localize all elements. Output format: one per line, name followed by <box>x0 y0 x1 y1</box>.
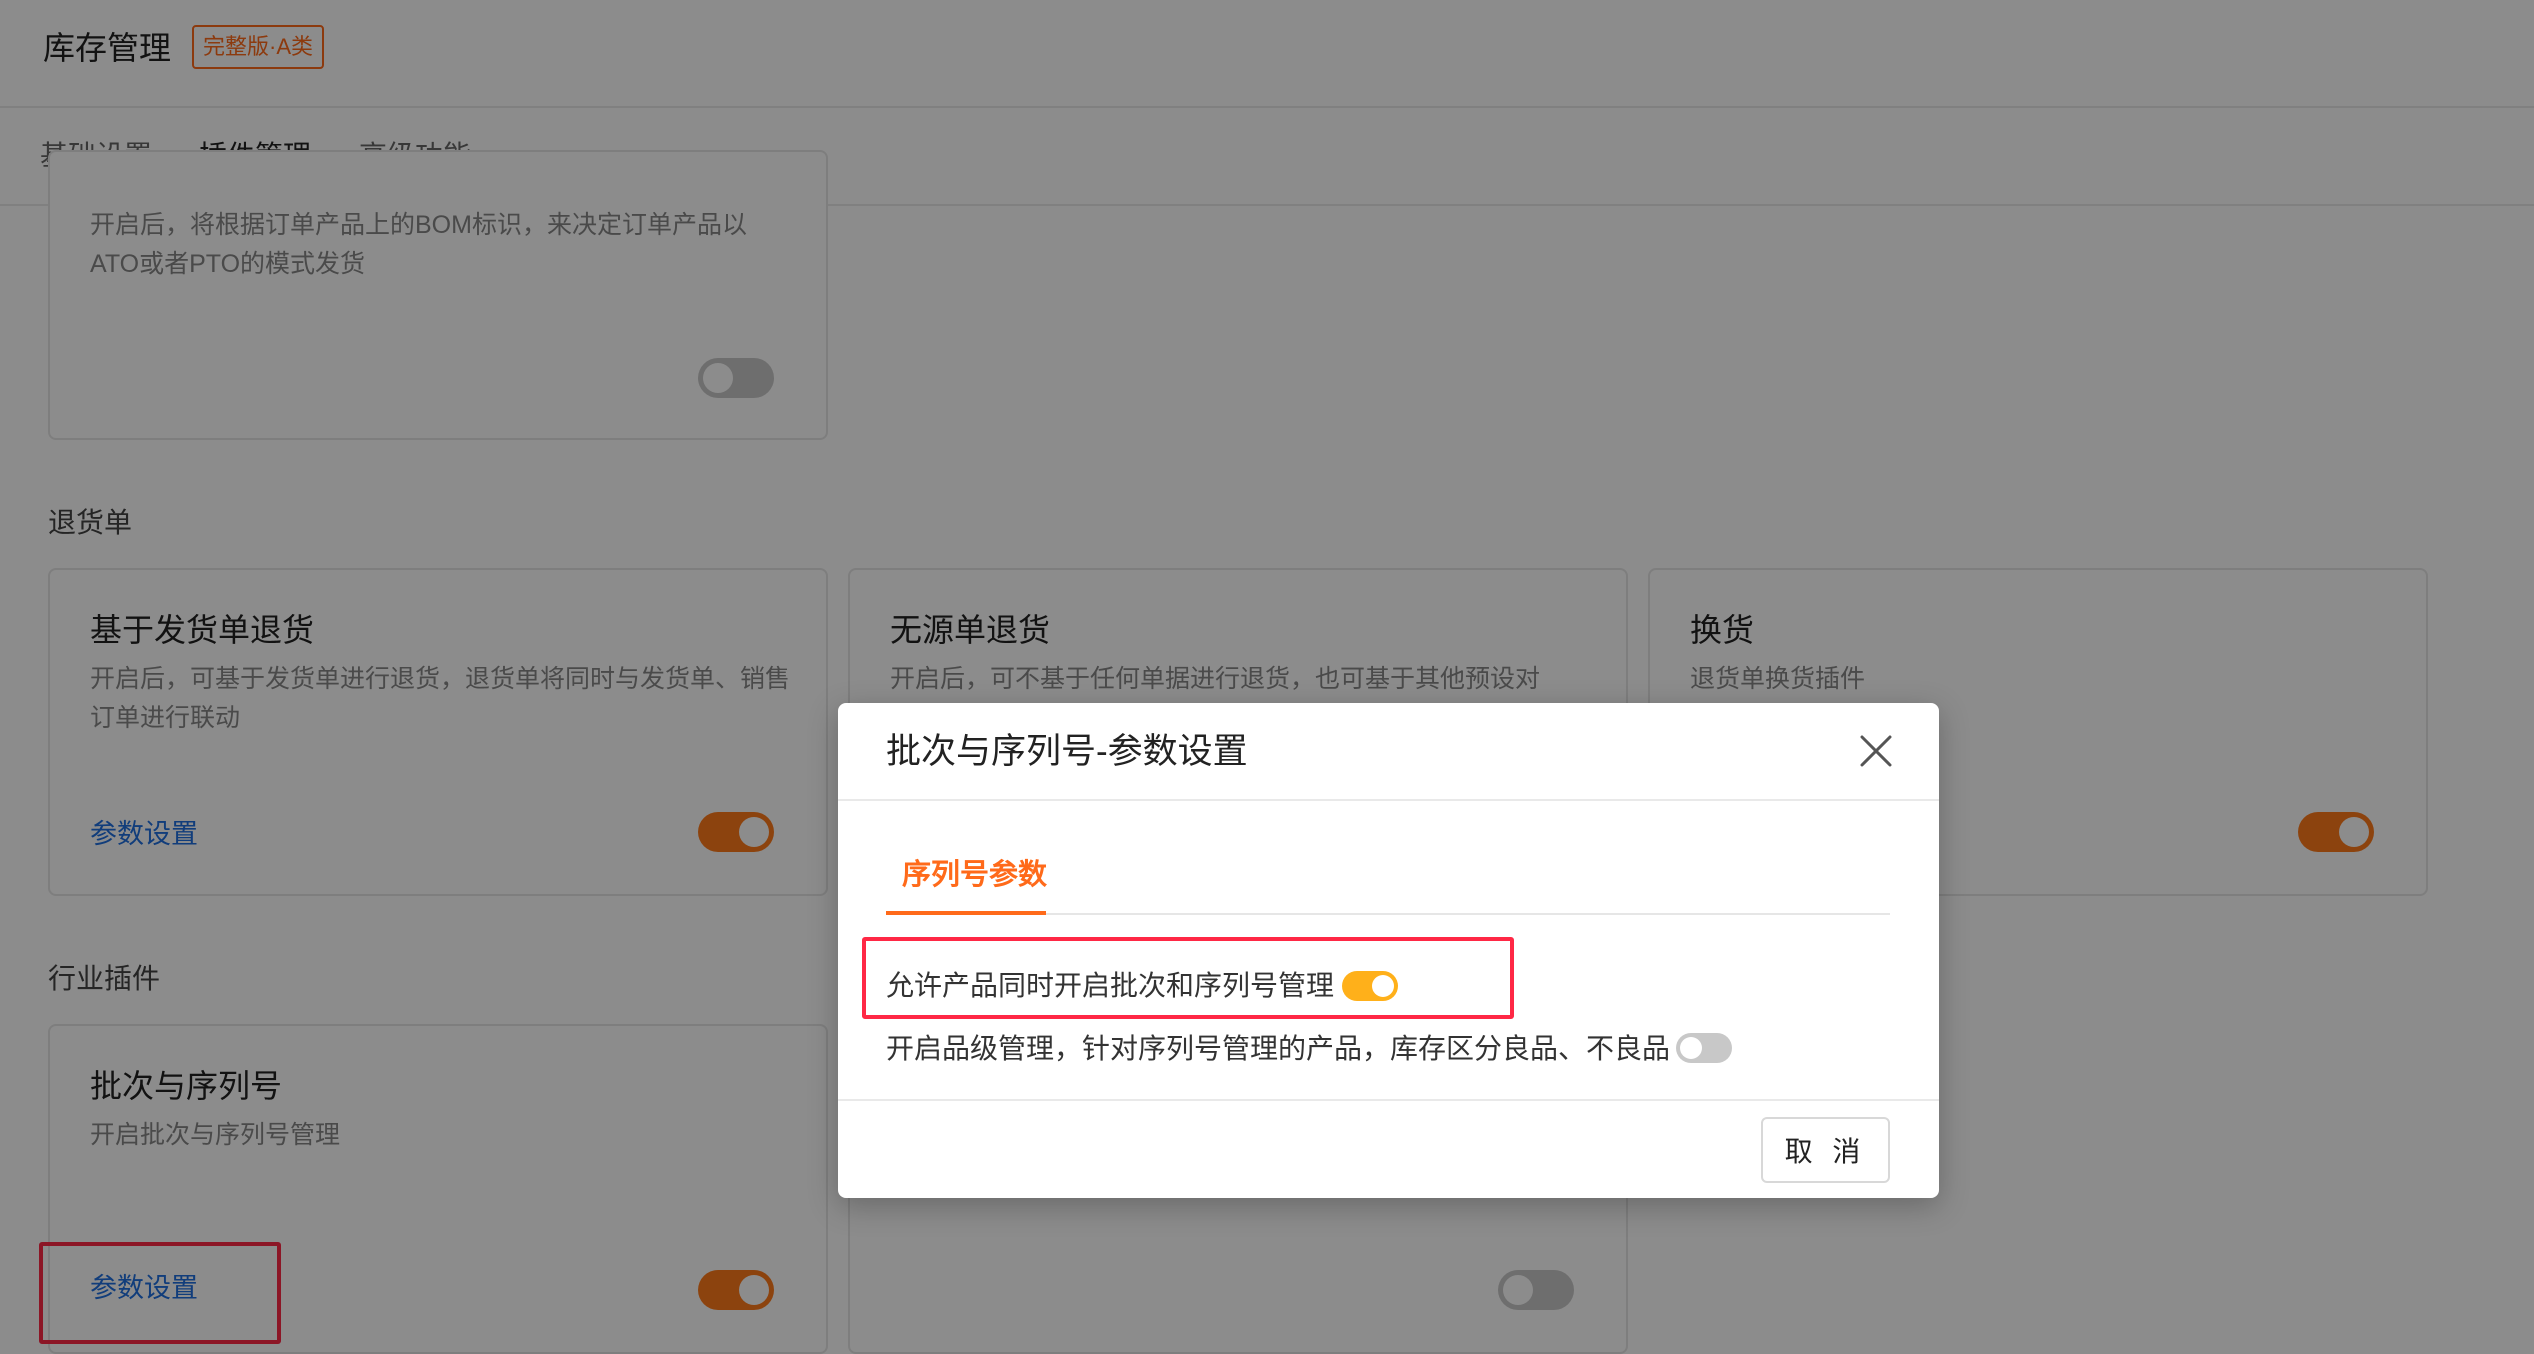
highlight-box <box>862 937 1514 1019</box>
param-settings-dialog: 批次与序列号-参数设置 序列号参数 允许产品同时开启批次和序列号管理 开启品级管… <box>838 703 1939 1198</box>
tab-serial-params[interactable]: 序列号参数 <box>902 853 1047 897</box>
page: 库存管理 完整版·A类 基础设置 插件管理 高级功能 开启后，将根据订单产品上的… <box>0 0 2534 1354</box>
close-icon[interactable] <box>1856 731 1896 771</box>
active-tab-indicator <box>886 911 1046 915</box>
toggle-grade-management[interactable] <box>1676 1033 1732 1063</box>
dialog-header: 批次与序列号-参数设置 <box>838 703 1939 801</box>
switch-knob <box>1680 1037 1702 1059</box>
cancel-button[interactable]: 取 消 <box>1761 1117 1890 1183</box>
dialog-title: 批次与序列号-参数设置 <box>886 732 1248 771</box>
dialog-footer-divider <box>838 1099 1939 1101</box>
option-label-grade-management: 开启品级管理，针对序列号管理的产品，库存区分良品、不良品 <box>886 1033 1671 1064</box>
